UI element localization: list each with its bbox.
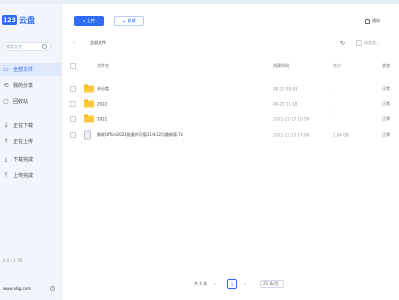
file-size: 1.84 GB xyxy=(333,132,350,137)
sidebar-item-download-done[interactable]: ⤓ 下载完成 xyxy=(0,153,61,166)
breadcrumb[interactable]: 全部文件 xyxy=(90,40,106,46)
file-name[interactable]: 未分类 xyxy=(97,86,109,92)
sidebar-item-my-share[interactable]: ⟲ 我的分享 xyxy=(0,79,61,92)
current-page[interactable]: 1 xyxy=(227,279,237,289)
header-size[interactable]: 大小 xyxy=(333,63,341,69)
sidebar-item-label: 全部文件 xyxy=(13,67,34,73)
table-row[interactable]: 未分类 08-22 09:43 - 正常 xyxy=(62,81,399,96)
select-all-checkbox[interactable] xyxy=(70,63,76,69)
folder-icon xyxy=(84,99,94,107)
sidebar-item-label: 正在上传 xyxy=(13,139,34,145)
row-checkbox[interactable] xyxy=(70,131,76,138)
site-url-row: www.x6g.com ? xyxy=(0,284,61,292)
table-row[interactable]: 2021 2021-11-17 10:59 - 正常 xyxy=(62,111,399,126)
help-icon[interactable]: ? xyxy=(50,285,55,291)
sidebar-item-downloading[interactable]: ↓ 正在下载 xyxy=(0,119,61,132)
sidebar-item-trash[interactable]: ▢ 回收站 xyxy=(0,95,61,108)
logo-text: 云盘 xyxy=(19,15,35,25)
main-panel: ⤒ 上传 + 新建 通知 ‹ 全部文件 ↻ 按维度... 文件名 创建时间 大小… xyxy=(62,4,399,300)
header-date[interactable]: 创建时间 xyxy=(273,63,289,69)
bell-icon xyxy=(365,18,370,24)
sidebar-item-upload-done[interactable]: ⤒ 上传完成 xyxy=(0,169,61,182)
file-name[interactable]: 微软Office2021批量许可版21年12月最新版.7z xyxy=(97,132,183,138)
back-arrow-icon[interactable]: ‹ xyxy=(73,40,75,46)
file-size: - xyxy=(333,116,335,121)
file-size: - xyxy=(333,86,335,91)
file-date: 08-22 09:43 xyxy=(273,86,298,91)
prev-page-icon[interactable]: ‹ xyxy=(214,282,216,287)
logo-badge: 123 xyxy=(2,15,17,25)
download-icon: ↓ xyxy=(3,122,9,129)
header-status: 状态 xyxy=(382,63,390,68)
file-size: - xyxy=(333,101,335,106)
folder-icon xyxy=(84,84,94,92)
folder-icon xyxy=(84,114,94,122)
row-checkbox[interactable] xyxy=(70,100,76,107)
row-checkbox[interactable] xyxy=(70,115,76,122)
new-button-label: 新建 xyxy=(127,18,136,23)
notification-label: 通知 xyxy=(372,18,380,23)
file-status: 正常 xyxy=(382,131,390,137)
search-input[interactable]: 搜索文件 xyxy=(2,42,51,51)
file-status: 正常 xyxy=(382,100,390,106)
trash-icon: ▢ xyxy=(3,98,9,105)
total-count: 共 4 条 xyxy=(194,281,208,286)
storage-usage: 0.0 / 2 TB xyxy=(3,258,23,263)
upload-done-icon: ⤒ xyxy=(4,171,8,179)
sidebar-item-label: 我的分享 xyxy=(13,83,34,89)
sidebar-item-label: 回收站 xyxy=(13,99,29,105)
file-name[interactable]: 2021 xyxy=(97,116,107,121)
file-name[interactable]: 2022 xyxy=(97,101,107,106)
sidebar-item-label: 下载完成 xyxy=(13,157,34,163)
share-icon: ⟲ xyxy=(3,82,9,89)
dimension-label: 按维度... xyxy=(364,40,380,45)
dimension-checkbox[interactable]: 按维度... xyxy=(356,40,380,46)
notification-button[interactable]: 通知 xyxy=(365,18,380,24)
upload-button-label: 上传 xyxy=(86,18,95,23)
row-checkbox[interactable] xyxy=(70,85,76,92)
upload-icon: ⤒ xyxy=(83,18,85,24)
folder-icon: ▭ xyxy=(3,66,9,73)
next-page-icon[interactable]: › xyxy=(244,282,246,287)
file-date: 08-20 11:18 xyxy=(273,101,298,106)
checkbox[interactable] xyxy=(356,40,362,46)
new-button[interactable]: + 新建 xyxy=(114,16,144,26)
upload-icon: ↑ xyxy=(3,138,9,145)
table-header: 文件名 创建时间 大小 状态 xyxy=(62,61,399,71)
app-logo: 123 云盘 xyxy=(2,14,42,26)
upload-button[interactable]: ⤒ 上传 xyxy=(74,16,104,26)
table-row[interactable]: 2022 08-20 11:18 - 正常 xyxy=(62,96,399,111)
table-row[interactable]: 微软Office2021批量许可版21年12月最新版.7z 2021-12-15… xyxy=(62,127,399,142)
sidebar-item-label: 上传完成 xyxy=(13,173,34,179)
download-done-icon: ⤓ xyxy=(4,155,8,163)
path-bar: ‹ 全部文件 ↻ 按维度... xyxy=(62,38,399,48)
plus-icon: + xyxy=(122,18,126,24)
refresh-icon[interactable]: ↻ xyxy=(340,40,345,47)
sidebar-item-label: 正在下载 xyxy=(13,123,34,129)
file-status: 正常 xyxy=(382,115,390,121)
header-name[interactable]: 文件名 xyxy=(97,63,109,69)
site-url: www.x6g.com xyxy=(3,285,31,291)
search-icon[interactable] xyxy=(42,44,47,49)
file-date: 2021-12-15 17:08 xyxy=(273,132,310,137)
sidebar: 123 云盘 搜索文件 ▭ 全部文件 ⟲ 我的分享 ▢ 回收站 ↓ 正在下载 ↑… xyxy=(0,4,62,300)
archive-file-icon xyxy=(84,130,91,139)
sidebar-item-all-files[interactable]: ▭ 全部文件 xyxy=(0,63,61,76)
file-status: 正常 xyxy=(382,85,390,91)
search-placeholder: 搜索文件 xyxy=(6,43,22,49)
pagination: 共 4 条 ‹ 1 › 25 条/页 xyxy=(62,278,399,290)
page-size-select[interactable]: 25 条/页 xyxy=(260,280,284,288)
page-size-label: 25 条/页 xyxy=(263,281,279,286)
sidebar-item-uploading[interactable]: ↑ 正在上传 xyxy=(0,135,61,148)
file-date: 2021-11-17 10:59 xyxy=(273,116,310,121)
